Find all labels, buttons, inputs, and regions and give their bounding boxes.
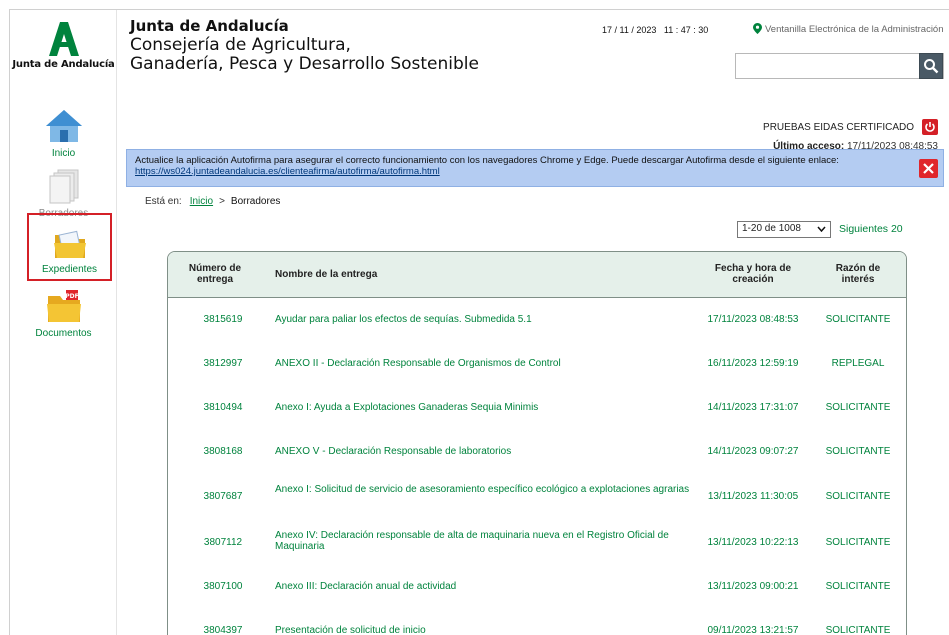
table-row[interactable]: 3812997 ANEXO II - Declaración Responsab… — [168, 342, 906, 386]
cell-razon: SOLICITANTE — [825, 314, 891, 325]
table-row[interactable]: 3807100 Anexo III: Declaración anual de … — [168, 562, 906, 606]
cell-razon: REPLEGAL — [831, 358, 885, 369]
sidebar-item-documentos[interactable]: PDF Documentos — [10, 288, 117, 339]
search-button[interactable] — [919, 53, 943, 79]
cell-razon: SOLICITANTE — [825, 625, 891, 635]
cell-nombre[interactable]: Anexo I: Solicitud de servicio de asesor… — [275, 484, 700, 495]
cell-razon: SOLICITANTE — [825, 581, 891, 592]
table-row[interactable]: 3815619 Ayudar para paliar los efectos d… — [168, 298, 906, 342]
header-datetime: 17 / 11 / 2023 11 : 47 : 30 — [602, 25, 709, 35]
table-row[interactable]: 3810494 Anexo I: Ayuda a Explotaciones G… — [168, 386, 906, 430]
cell-numero[interactable]: 3812997 — [182, 358, 264, 369]
search-icon — [924, 59, 939, 74]
search-input[interactable] — [735, 53, 944, 79]
drafts-icon — [49, 169, 78, 204]
power-icon — [925, 122, 935, 132]
table-row[interactable]: 3804397 Presentación de solicitud de ini… — [168, 606, 906, 635]
header-numero[interactable]: Número de entrega — [180, 263, 250, 285]
breadcrumb-separator: > — [219, 196, 225, 207]
breadcrumb-home-link[interactable]: Inicio — [190, 196, 213, 207]
ventanilla-label: Ventanilla Electrónica de la Administrac… — [765, 24, 944, 35]
cell-numero[interactable]: 3808168 — [182, 446, 264, 457]
sidebar-item-borradores[interactable]: Borradores — [10, 168, 117, 219]
cell-nombre[interactable]: ANEXO II - Declaración Responsable de Or… — [275, 358, 695, 369]
sidebar-item-inicio[interactable]: Inicio — [10, 108, 117, 159]
logout-button[interactable] — [922, 119, 938, 135]
consejeria-line-1: Consejería de Agricultura, — [130, 35, 351, 55]
alert-text: Actualice la aplicación Autofirma para a… — [135, 155, 839, 166]
table-row[interactable]: 3807687 Anexo I: Solicitud de servicio d… — [168, 474, 906, 518]
sidebar-item-label: Inicio — [51, 148, 76, 159]
cell-razon: SOLICITANTE — [825, 402, 891, 413]
sidebar-item-label: Documentos — [35, 328, 92, 339]
junta-a-icon — [48, 22, 79, 56]
autofirma-alert: Actualice la aplicación Autofirma para a… — [126, 149, 944, 187]
header-numero-line-1: Número de — [188, 263, 242, 274]
breadcrumb-prefix: Está en: — [145, 196, 182, 207]
home-icon — [45, 110, 82, 142]
table-row[interactable]: 3807112 Anexo IV: Declaración responsabl… — [168, 518, 906, 562]
header-consejeria: Consejería de Agricultura, Ganadería, Pe… — [130, 36, 590, 74]
cell-nombre[interactable]: Anexo III: Declaración anual de activida… — [275, 581, 695, 592]
header-fecha-line-1: Fecha y hora de — [714, 263, 792, 274]
header-razon[interactable]: Razón de interés — [818, 263, 898, 285]
alert-close-button[interactable] — [919, 159, 938, 178]
breadcrumb: Está en: Inicio > Borradores — [145, 196, 280, 207]
header-razon-line-1: Razón de — [835, 263, 881, 274]
app-frame: Junta de Andalucía Inicio Borradores Exp… — [9, 9, 949, 635]
breadcrumb-current: Borradores — [230, 196, 281, 207]
cell-nombre[interactable]: Anexo I: Ayuda a Explotaciones Ganaderas… — [275, 402, 695, 413]
cell-numero[interactable]: 3815619 — [182, 314, 264, 325]
user-name: PRUEBAS EIDAS CERTIFICADO — [763, 122, 914, 133]
header-nombre[interactable]: Nombre de la entrega — [275, 269, 377, 280]
cell-nombre[interactable]: ANEXO V - Declaración Responsable de lab… — [275, 446, 695, 457]
junta-logo[interactable]: Junta de Andalucía — [10, 22, 117, 70]
cell-nombre[interactable]: Ayudar para paliar los efectos de sequía… — [275, 314, 695, 325]
cell-fecha: 09/11/2023 13:21:57 — [707, 625, 799, 635]
cell-numero[interactable]: 3807112 — [182, 537, 264, 548]
cell-nombre[interactable]: Presentación de solicitud de inicio — [275, 625, 695, 635]
close-icon — [923, 163, 934, 174]
sidebar-item-expedientes[interactable]: Expedientes — [27, 213, 112, 281]
header-junta-title: Junta de Andalucía — [130, 17, 289, 35]
cell-numero[interactable]: 3810494 — [182, 402, 264, 413]
ventanilla-link[interactable]: Ventanilla Electrónica de la Administrac… — [753, 23, 944, 35]
header-razon-line-2: interés — [841, 274, 875, 285]
sidebar-item-label: Expedientes — [41, 264, 98, 275]
table-row[interactable]: 3808168 ANEXO V - Declaración Responsabl… — [168, 430, 906, 474]
svg-text:PDF: PDF — [65, 293, 78, 300]
cell-fecha: 14/11/2023 17:31:07 — [707, 402, 799, 413]
cell-fecha: 16/11/2023 12:59:19 — [707, 358, 799, 369]
cell-fecha: 13/11/2023 09:00:21 — [707, 581, 799, 592]
cell-fecha: 17/11/2023 08:48:53 — [707, 314, 799, 325]
header: Junta de Andalucía Consejería de Agricul… — [130, 10, 949, 90]
header-fecha-line-2: creación — [732, 274, 774, 285]
cell-numero[interactable]: 3807100 — [182, 581, 264, 592]
sidebar: Junta de Andalucía Inicio Borradores Exp… — [10, 10, 117, 635]
cell-numero[interactable]: 3807687 — [182, 491, 264, 502]
cell-fecha: 13/11/2023 11:30:05 — [707, 491, 799, 502]
header-fecha[interactable]: Fecha y hora de creación — [688, 263, 818, 285]
cell-fecha: 13/11/2023 10:22:13 — [707, 537, 799, 548]
cell-razon: SOLICITANTE — [825, 446, 891, 457]
header-numero-line-2: entrega — [196, 274, 234, 285]
next-page-link[interactable]: Siguientes 20 — [839, 223, 903, 235]
cell-razon: SOLICITANTE — [825, 491, 891, 502]
brand-label: Junta de Andalucía — [12, 59, 115, 70]
cell-fecha: 14/11/2023 09:07:27 — [707, 446, 799, 457]
alert-link[interactable]: https://ws024.juntadeandalucia.es/client… — [135, 166, 440, 177]
page-range-value: 1-20 de 1008 — [742, 223, 801, 234]
cell-razon: SOLICITANTE — [825, 537, 891, 548]
entregas-table: Número de entrega Nombre de la entrega F… — [167, 251, 907, 635]
page-range-select[interactable]: 1-20 de 1008 — [737, 221, 831, 238]
consejeria-line-2: Ganadería, Pesca y Desarrollo Sostenible — [130, 54, 479, 74]
table-header: Número de entrega Nombre de la entrega F… — [168, 252, 906, 298]
folder-icon — [53, 230, 86, 258]
pdf-folder-icon: PDF — [46, 290, 81, 322]
cell-nombre[interactable]: Anexo IV: Declaración responsable de alt… — [275, 530, 710, 552]
cell-numero[interactable]: 3804397 — [182, 625, 264, 635]
location-pin-icon — [753, 23, 762, 34]
chevron-down-icon — [817, 226, 826, 232]
